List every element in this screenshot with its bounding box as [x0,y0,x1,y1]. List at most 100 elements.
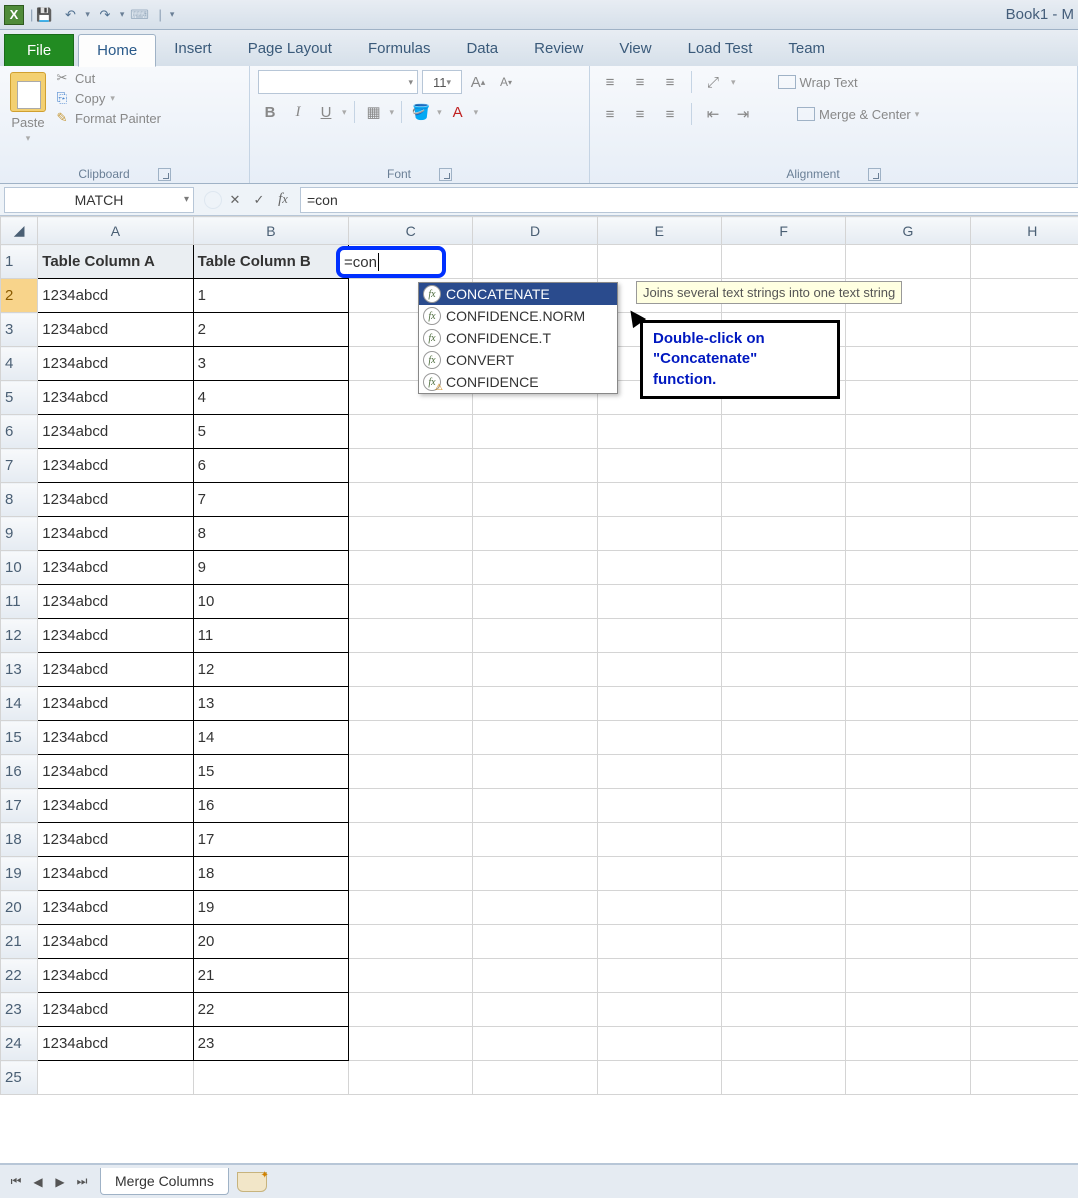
copy-button[interactable]: ⎘Copy ▾ [54,90,161,106]
cell-D11[interactable] [473,585,597,619]
cell-G19[interactable] [846,857,970,891]
row-header-23[interactable]: 23 [1,993,38,1027]
row-header-13[interactable]: 13 [1,653,38,687]
ribbon-tab-home[interactable]: Home [78,34,156,67]
cell-B12[interactable]: 11 [193,619,348,653]
cell-C11[interactable] [349,585,473,619]
row-header-21[interactable]: 21 [1,925,38,959]
dropdown-icon[interactable]: ▾ [184,194,189,205]
cell-F15[interactable] [722,721,846,755]
cell-E11[interactable] [597,585,721,619]
cell-E17[interactable] [597,789,721,823]
cell-H17[interactable] [970,789,1078,823]
cell-H6[interactable] [970,415,1078,449]
sheet-nav-next[interactable]: ▶ [50,1172,70,1192]
font-name-combo[interactable]: ▾ [258,70,418,94]
cell-H24[interactable] [970,1027,1078,1061]
row-header-24[interactable]: 24 [1,1027,38,1061]
fill-color-button[interactable]: 🪣 [409,100,433,124]
cell-D12[interactable] [473,619,597,653]
cell-E1[interactable] [597,245,721,279]
cell-A21[interactable]: 1234abcd [38,925,193,959]
function-autocomplete[interactable]: fxCONCATENATEfxCONFIDENCE.NORMfxCONFIDEN… [418,282,618,394]
cell-F19[interactable] [722,857,846,891]
underline-button[interactable]: U [314,100,338,124]
cell-E9[interactable] [597,517,721,551]
cell-D19[interactable] [473,857,597,891]
cell-C15[interactable] [349,721,473,755]
sheet-nav-prev[interactable]: ◀ [28,1172,48,1192]
cell-G13[interactable] [846,653,970,687]
cut-button[interactable]: ✂Cut [54,70,161,86]
cell-A25[interactable] [38,1061,193,1095]
column-header-A[interactable]: A [38,217,193,245]
cell-B6[interactable]: 5 [193,415,348,449]
cell-G1[interactable] [846,245,970,279]
row-header-7[interactable]: 7 [1,449,38,483]
row-header-3[interactable]: 3 [1,313,38,347]
autocomplete-item-confidence-t[interactable]: fxCONFIDENCE.T [419,327,617,349]
ribbon-tab-view[interactable]: View [601,33,669,66]
cell-A10[interactable]: 1234abcd [38,551,193,585]
cell-A12[interactable]: 1234abcd [38,619,193,653]
name-box[interactable]: MATCH▾ [4,187,194,213]
cell-E12[interactable] [597,619,721,653]
cell-F6[interactable] [722,415,846,449]
cell-A19[interactable]: 1234abcd [38,857,193,891]
cell-D20[interactable] [473,891,597,925]
cell-D15[interactable] [473,721,597,755]
cell-B8[interactable]: 7 [193,483,348,517]
row-header-5[interactable]: 5 [1,381,38,415]
qat-dropdown-icon[interactable]: ▾ [170,9,175,20]
cell-H21[interactable] [970,925,1078,959]
ribbon-tab-page-layout[interactable]: Page Layout [230,33,350,66]
cell-C16[interactable] [349,755,473,789]
qat-save-button[interactable]: 💾 [33,4,55,26]
cell-B3[interactable]: 2 [193,313,348,347]
cell-F10[interactable] [722,551,846,585]
cell-G15[interactable] [846,721,970,755]
cell-G22[interactable] [846,959,970,993]
cell-H14[interactable] [970,687,1078,721]
cell-B7[interactable]: 6 [193,449,348,483]
cell-B14[interactable]: 13 [193,687,348,721]
cell-D6[interactable] [473,415,597,449]
cell-F22[interactable] [722,959,846,993]
cell-A23[interactable]: 1234abcd [38,993,193,1027]
cell-G5[interactable] [846,381,970,415]
cell-A5[interactable]: 1234abcd [38,381,193,415]
cell-H1[interactable] [970,245,1078,279]
row-header-22[interactable]: 22 [1,959,38,993]
cell-F21[interactable] [722,925,846,959]
cell-A18[interactable]: 1234abcd [38,823,193,857]
cell-B2[interactable]: 1 [193,279,348,313]
cell-G7[interactable] [846,449,970,483]
cell-G11[interactable] [846,585,970,619]
cell-B18[interactable]: 17 [193,823,348,857]
cell-F14[interactable] [722,687,846,721]
cell-H15[interactable] [970,721,1078,755]
cell-H22[interactable] [970,959,1078,993]
cell-C22[interactable] [349,959,473,993]
cell-D1[interactable] [473,245,597,279]
row-header-15[interactable]: 15 [1,721,38,755]
ribbon-tab-load-test[interactable]: Load Test [670,33,771,66]
cell-G14[interactable] [846,687,970,721]
cell-E13[interactable] [597,653,721,687]
cell-grid[interactable]: ◢ABCDEFGH 1Table Column ATable Column B2… [0,216,1078,1164]
cell-A15[interactable]: 1234abcd [38,721,193,755]
bold-button[interactable]: B [258,100,282,124]
cell-D21[interactable] [473,925,597,959]
clipboard-dialog-launcher[interactable] [158,168,171,181]
row-header-4[interactable]: 4 [1,347,38,381]
cell-B10[interactable]: 9 [193,551,348,585]
paste-button[interactable]: Paste ▾ [8,70,48,146]
decrease-font-button[interactable]: A▾ [494,70,518,94]
cell-H23[interactable] [970,993,1078,1027]
qat-redo-button[interactable]: ↷ [94,4,116,26]
cell-C8[interactable] [349,483,473,517]
merge-center-button[interactable]: Merge & Center ▾ [797,107,919,122]
increase-font-button[interactable]: A▴ [466,70,490,94]
cell-F12[interactable] [722,619,846,653]
align-middle-button[interactable]: ≡ [628,70,652,94]
